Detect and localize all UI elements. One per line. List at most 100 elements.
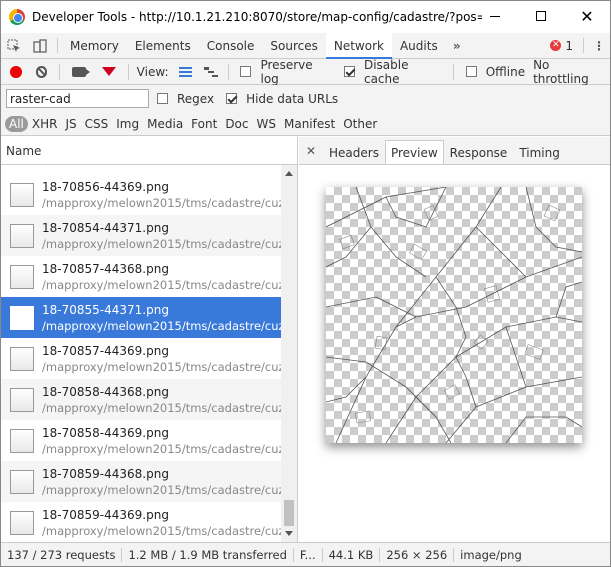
finish-time: F... xyxy=(299,547,316,562)
large-rows-view-icon[interactable] xyxy=(178,66,193,77)
type-filter-font[interactable]: Font xyxy=(187,117,221,131)
request-name: 18-70854-44371.png xyxy=(42,220,169,235)
customize-menu-icon[interactable]: ⋮ xyxy=(588,33,610,58)
filter-icon[interactable] xyxy=(101,67,116,76)
request-count: 137 / 273 requests xyxy=(7,547,116,562)
tab-headers[interactable]: Headers xyxy=(323,140,385,164)
tab-sources[interactable]: Sources xyxy=(262,33,325,58)
request-name: 18-70858-44368.png xyxy=(42,384,169,399)
scrollbar-thumb[interactable] xyxy=(284,500,294,526)
hide-data-urls-checkbox[interactable] xyxy=(226,93,238,104)
toolbar-divider xyxy=(57,38,58,53)
tab-response[interactable]: Response xyxy=(444,140,514,164)
detail-tabs: ✕ Headers Preview Response Timing xyxy=(299,137,610,165)
request-row[interactable]: 18-70858-44368.png/mapproxy/melown2015/t… xyxy=(1,379,281,420)
request-name: 18-70857-44368.png xyxy=(42,261,169,276)
offline-label: Offline xyxy=(485,64,526,79)
scroll-up-icon[interactable] xyxy=(285,171,293,176)
cadastre-tile-lines xyxy=(326,187,582,443)
image-file-icon xyxy=(10,428,34,453)
request-path: /mapproxy/melown2015/tms/cadastre/cuzk-r xyxy=(42,318,281,333)
throttling-select[interactable]: No throttling xyxy=(533,58,606,86)
filter-bar: Regex Hide data URLs xyxy=(1,85,610,112)
regex-checkbox[interactable] xyxy=(157,93,168,104)
type-filter-all[interactable]: All xyxy=(5,115,28,132)
devtools-window: Developer Tools - http://10.1.21.210:807… xyxy=(0,0,611,567)
type-filter-ws[interactable]: WS xyxy=(253,117,280,131)
close-detail-icon[interactable]: ✕ xyxy=(299,137,323,164)
mime-type: image/png xyxy=(460,547,522,562)
clear-icon[interactable] xyxy=(35,65,48,78)
image-file-icon xyxy=(10,387,34,412)
type-filter-js[interactable]: JS xyxy=(61,117,80,131)
type-filter-xhr[interactable]: XHR xyxy=(28,117,62,131)
image-size: 44.1 KB xyxy=(328,547,374,562)
tab-console[interactable]: Console xyxy=(199,33,263,58)
request-name: 18-70857-44369.png xyxy=(42,343,169,358)
image-file-icon xyxy=(10,264,34,289)
request-path: /mapproxy/melown2015/tms/cadastre/cuzk-r xyxy=(42,482,281,497)
type-filter-other[interactable]: Other xyxy=(339,117,381,131)
resource-type-filter-bar: All XHR JS CSS Img Media Font Doc WS Man… xyxy=(1,112,610,136)
error-icon: ✕ xyxy=(550,40,562,51)
type-filter-doc[interactable]: Doc xyxy=(221,117,252,131)
request-list: Name 18-70856-44369.png/mapproxy/melown2… xyxy=(1,137,298,542)
status-bar: 137 / 273 requests 1.2 MB / 1.9 MB trans… xyxy=(1,542,610,566)
preserve-log-label: Preserve log xyxy=(260,57,313,86)
toolbar-divider xyxy=(227,63,229,80)
maximize-button[interactable] xyxy=(518,1,564,31)
minimize-button[interactable] xyxy=(472,1,518,31)
request-path: /mapproxy/melown2015/tms/cadastre/cuzk-r xyxy=(42,277,281,292)
request-row[interactable]: 18-70857-44368.png/mapproxy/melown2015/t… xyxy=(1,256,281,297)
more-tabs-chevron-icon[interactable]: » xyxy=(446,33,468,58)
window-title: Developer Tools - http://10.1.21.210:807… xyxy=(32,10,482,24)
tab-network[interactable]: Network xyxy=(325,33,393,59)
image-file-icon xyxy=(10,182,34,207)
overview-view-icon[interactable] xyxy=(204,66,218,77)
toolbar-divider xyxy=(127,63,129,80)
type-filter-media[interactable]: Media xyxy=(143,117,187,131)
capture-screenshots-icon[interactable] xyxy=(72,66,91,77)
offline-checkbox[interactable] xyxy=(465,66,477,77)
type-filter-manifest[interactable]: Manifest xyxy=(280,117,339,131)
scroll-down-icon[interactable] xyxy=(285,531,293,536)
request-path: /mapproxy/melown2015/tms/cadastre/cuzk-r xyxy=(42,523,281,538)
close-window-button[interactable]: ✕ xyxy=(564,1,610,31)
request-row[interactable]: 18-70854-44371.png/mapproxy/melown2015/t… xyxy=(1,215,281,256)
request-list-scrollbar[interactable] xyxy=(281,165,297,542)
image-file-icon xyxy=(10,469,34,494)
chrome-logo-icon xyxy=(9,9,25,25)
request-row[interactable]: 18-70859-44369.png/mapproxy/melown2015/t… xyxy=(1,502,281,542)
disable-cache-checkbox[interactable] xyxy=(343,66,355,77)
tab-audits[interactable]: Audits xyxy=(392,33,446,58)
tab-elements[interactable]: Elements xyxy=(127,33,199,58)
inspect-icon xyxy=(7,39,20,52)
hide-data-urls-label: Hide data URLs xyxy=(246,91,339,106)
filter-input[interactable] xyxy=(6,89,149,108)
inspect-element-button[interactable] xyxy=(1,33,27,58)
request-row[interactable]: 18-70859-44368.png/mapproxy/melown2015/t… xyxy=(1,461,281,502)
type-filter-img[interactable]: Img xyxy=(112,117,143,131)
request-path: /mapproxy/melown2015/tms/cadastre/cuzk-r xyxy=(42,195,281,210)
name-column-header[interactable]: Name xyxy=(1,137,297,165)
image-dimensions: 256 × 256 xyxy=(386,547,448,562)
request-name: 18-70855-44371.png xyxy=(42,302,169,317)
request-row[interactable]: 18-70858-44369.png/mapproxy/melown2015/t… xyxy=(1,420,281,461)
request-row[interactable]: 18-70856-44369.png/mapproxy/melown2015/t… xyxy=(1,174,281,215)
request-name: 18-70859-44369.png xyxy=(42,507,169,522)
tab-timing[interactable]: Timing xyxy=(513,140,566,164)
request-row[interactable]: 18-70857-44369.png/mapproxy/melown2015/t… xyxy=(1,338,281,379)
error-counter[interactable]: ✕ 1 xyxy=(544,33,579,58)
preserve-log-checkbox[interactable] xyxy=(240,66,252,77)
request-path: /mapproxy/melown2015/tms/cadastre/cuzk-r xyxy=(42,236,281,251)
tab-memory[interactable]: Memory xyxy=(62,33,127,58)
image-file-icon xyxy=(10,223,34,248)
request-row-selected[interactable]: 18-70855-44371.png/mapproxy/melown2015/t… xyxy=(1,297,281,338)
record-icon[interactable] xyxy=(10,65,22,78)
maximize-icon xyxy=(536,11,546,21)
image-file-icon xyxy=(10,305,34,330)
type-filter-css[interactable]: CSS xyxy=(81,117,113,131)
tab-preview[interactable]: Preview xyxy=(384,140,444,164)
device-toolbar-button[interactable] xyxy=(27,33,53,58)
image-preview xyxy=(326,187,582,443)
